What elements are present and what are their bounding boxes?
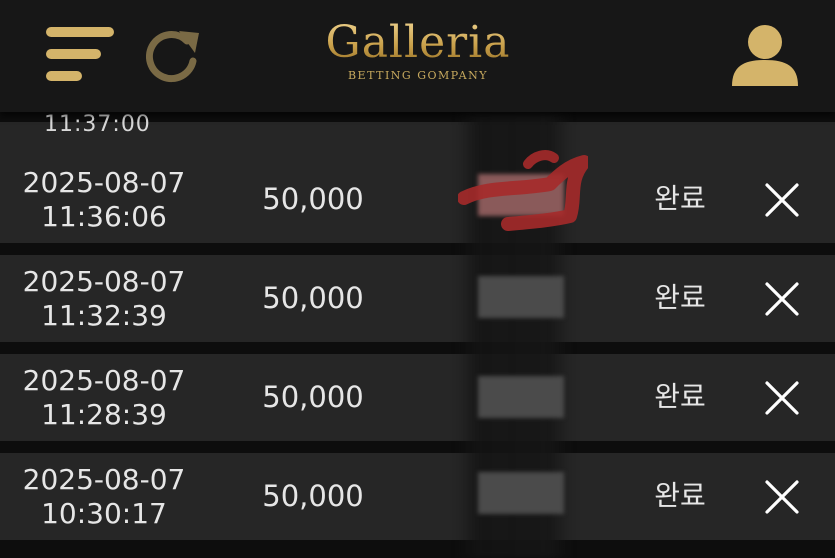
user-icon[interactable] [730, 22, 800, 88]
row-date: 2025-08-07 [22, 166, 186, 199]
row-datetime: 2025-08-07 11:36:06 [0, 166, 208, 234]
redacted-block [478, 376, 564, 418]
row-date: 2025-08-07 [22, 463, 186, 496]
row-status: 완료 [654, 380, 706, 413]
redacted-block [478, 472, 564, 514]
close-icon[interactable] [764, 479, 800, 515]
list-item-partial: 11:37:00 [0, 112, 835, 156]
row-amount: 50,000 [262, 380, 364, 414]
menu-icon[interactable] [46, 27, 114, 85]
row-status: 완료 [654, 479, 706, 512]
row-status: 완료 [654, 281, 706, 314]
refresh-icon[interactable] [143, 27, 201, 83]
close-icon[interactable] [764, 380, 800, 416]
list-item: 2025-08-07 11:28:39 50,000 완료 [0, 354, 835, 441]
list-item: 2025-08-07 10:30:17 50,000 완료 [0, 453, 835, 540]
row-time: 11:28:39 [41, 398, 167, 431]
row-time: 11:36:06 [41, 200, 167, 233]
row-amount: 50,000 [262, 479, 364, 513]
redaction-scribble [458, 150, 588, 231]
partial-row-text: 11:37:00 [44, 112, 151, 137]
row-time: 11:32:39 [41, 299, 167, 332]
row-datetime: 2025-08-07 10:30:17 [0, 463, 208, 531]
redacted-block [478, 276, 564, 318]
row-datetime: 2025-08-07 11:28:39 [0, 364, 208, 432]
row-date: 2025-08-07 [22, 265, 186, 298]
close-icon[interactable] [764, 281, 800, 317]
logo[interactable]: Galleria BETTING GOMPANY [300, 18, 536, 88]
row-datetime: 2025-08-07 11:32:39 [0, 265, 208, 333]
row-time: 10:30:17 [41, 497, 167, 530]
list-item: 2025-08-07 11:32:39 50,000 완료 [0, 255, 835, 342]
logo-title: Galleria [300, 18, 536, 68]
logo-subtitle: BETTING GOMPANY [347, 69, 489, 82]
row-amount: 50,000 [262, 182, 364, 216]
transaction-list[interactable]: 11:37:00 2025-08-07 11:36:06 50,000 완료 2… [0, 112, 835, 558]
row-status: 완료 [654, 182, 706, 215]
close-icon[interactable] [764, 182, 800, 218]
app-header: Galleria BETTING GOMPANY [0, 0, 835, 112]
row-date: 2025-08-07 [22, 364, 186, 397]
list-item: 2025-08-07 11:36:06 50,000 완료 [0, 156, 835, 243]
row-amount: 50,000 [262, 281, 364, 315]
